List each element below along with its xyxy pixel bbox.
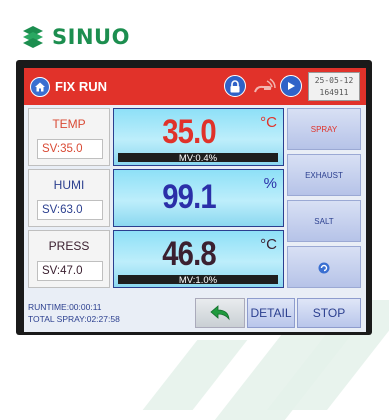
humi-unit: % (263, 175, 277, 192)
back-arrow-icon (210, 305, 230, 321)
datetime-display: 25-05-12 164911 (308, 72, 360, 101)
temp-value-box: 35.0 °C MV:0.4% (113, 108, 284, 166)
sinuo-logo-icon (23, 26, 43, 48)
total-spray-text: TOTAL SPRAY:02:27:58 (28, 314, 120, 324)
humi-label-box: HUMI SV:63.0 (28, 169, 110, 227)
press-label-box: PRESS SV:47.0 (28, 230, 110, 288)
temp-mv: MV:0.4% (178, 153, 218, 164)
press-unit: °C (260, 236, 277, 253)
lock-button[interactable] (224, 75, 246, 97)
lock-icon (230, 79, 240, 92)
spray-button[interactable]: SPRAY (287, 108, 361, 150)
footer-bar: RUNTIME:00:00:11 TOTAL SPRAY:02:27:58 DE… (24, 293, 366, 332)
temp-row: TEMP SV:35.0 35.0 °C MV:0.4% (28, 108, 284, 166)
exhaust-button[interactable]: EXHAUST (287, 154, 361, 196)
date-text: 25-05-12 (314, 76, 354, 85)
press-setpoint[interactable]: SV:47.0 (37, 261, 103, 281)
runtime-info: RUNTIME:00:00:11 TOTAL SPRAY:02:27:58 (28, 301, 120, 325)
humi-value-box: 99.1 % (113, 169, 284, 227)
press-label: PRESS (48, 239, 90, 253)
humi-setpoint[interactable]: SV:63.0 (37, 200, 103, 220)
refresh-icon (318, 262, 330, 274)
salt-button[interactable]: SALT (287, 200, 361, 242)
brand-name: SINUO (52, 25, 130, 49)
alarm-hand-icon[interactable] (251, 78, 277, 96)
humi-value: 99.1 (162, 178, 216, 216)
temp-setpoint[interactable]: SV:35.0 (37, 139, 103, 159)
stop-button[interactable]: STOP (297, 298, 361, 328)
hmi-screen: FIX RUN 25-05-12 164911 TEMP SV:35.0 35.… (24, 68, 366, 332)
temp-unit: °C (260, 114, 277, 131)
back-button[interactable] (195, 298, 245, 328)
press-value: 46.8 (162, 235, 216, 273)
temp-label-box: TEMP SV:35.0 (28, 108, 110, 166)
home-icon (35, 82, 45, 92)
header-bar: FIX RUN 25-05-12 164911 (24, 68, 366, 105)
page-title: FIX RUN (55, 79, 107, 94)
detail-button[interactable]: DETAIL (247, 298, 295, 328)
brand-logo: SINUO (20, 24, 130, 50)
time-text: 164911 (319, 88, 349, 97)
home-button[interactable] (30, 77, 50, 97)
press-mv: MV:1.0% (178, 275, 218, 286)
runtime-text: RUNTIME:00:00:11 (28, 302, 102, 312)
press-row: PRESS SV:47.0 46.8 °C MV:1.0% (28, 230, 284, 288)
temp-value: 35.0 (162, 113, 216, 151)
humi-row: HUMI SV:63.0 99.1 % (28, 169, 284, 227)
play-icon (288, 82, 295, 90)
press-value-box: 46.8 °C MV:1.0% (113, 230, 284, 288)
temp-label: TEMP (52, 117, 86, 131)
play-button[interactable] (280, 75, 302, 97)
refresh-button[interactable] (287, 246, 361, 288)
salt-button-label: SALT (314, 217, 334, 226)
humi-label: HUMI (53, 178, 85, 192)
